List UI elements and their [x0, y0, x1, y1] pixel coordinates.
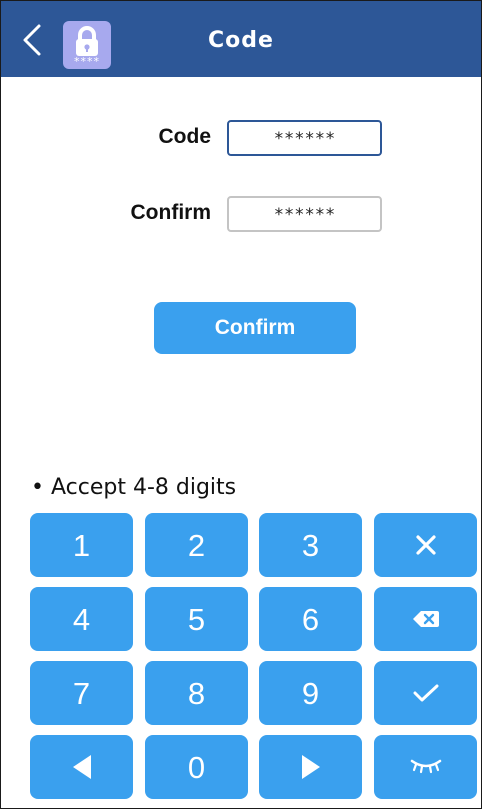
code-input[interactable]: ****** [227, 120, 382, 156]
key-2[interactable]: 2 [145, 513, 248, 577]
key-7[interactable]: 7 [30, 661, 133, 725]
left-arrow-icon [72, 755, 91, 779]
key-1[interactable]: 1 [30, 513, 133, 577]
key-4[interactable]: 4 [30, 587, 133, 651]
lock-icon [76, 26, 98, 56]
confirm-button[interactable]: Confirm [154, 302, 356, 354]
confirm-code-label: Confirm [130, 201, 212, 224]
check-icon [413, 684, 438, 702]
backspace-key[interactable] [374, 587, 477, 651]
show-code-key[interactable] [374, 735, 477, 799]
badge-stars: **** [74, 55, 100, 68]
right-arrow-icon [301, 755, 320, 779]
app-header: Code **** [1, 1, 481, 77]
back-button[interactable] [19, 23, 47, 57]
key-6[interactable]: 6 [259, 587, 362, 651]
confirm-code-input[interactable]: ****** [227, 196, 382, 232]
clear-key[interactable] [374, 513, 477, 577]
close-icon [415, 535, 436, 555]
key-9[interactable]: 9 [259, 661, 362, 725]
move-right-key[interactable] [259, 735, 362, 799]
chevron-left-icon [23, 24, 41, 56]
code-label: Code [158, 125, 212, 148]
key-5[interactable]: 5 [145, 587, 248, 651]
key-8[interactable]: 8 [145, 661, 248, 725]
phone-screen: Code **** Code ****** Confirm ****** Con… [0, 0, 482, 809]
eye-closed-icon [410, 759, 441, 774]
digits-hint: • Accept 4-8 digits [31, 475, 237, 500]
backspace-icon [412, 611, 439, 627]
lock-badge: **** [63, 21, 111, 69]
keypad: 1 2 3 4 5 6 7 8 9 0 [30, 513, 477, 799]
move-left-key[interactable] [30, 735, 133, 799]
key-3[interactable]: 3 [259, 513, 362, 577]
key-0[interactable]: 0 [145, 735, 248, 799]
ok-key[interactable] [374, 661, 477, 725]
